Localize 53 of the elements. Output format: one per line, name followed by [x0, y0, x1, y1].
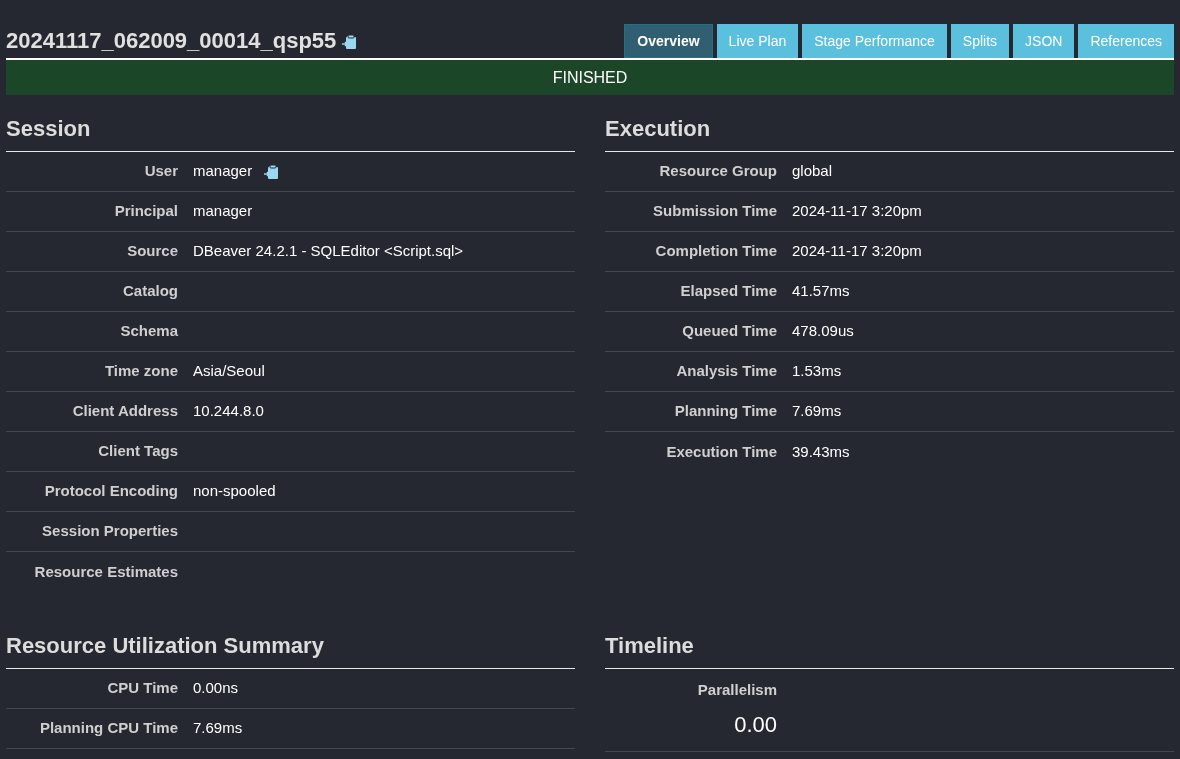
field-label: CPU Time	[106, 678, 178, 699]
field-label: Time zone	[103, 361, 178, 382]
field-label: Protocol Encoding	[43, 481, 178, 502]
field-label: Resource Estimates	[33, 561, 178, 582]
field-label: Elapsed Time	[679, 281, 777, 302]
tab[interactable]: Live Plan	[716, 24, 799, 58]
field-label: Analysis Time	[675, 361, 777, 382]
clipboard-icon[interactable]	[342, 32, 359, 50]
field-label: Source	[126, 241, 178, 262]
tab[interactable]: Splits	[950, 24, 1010, 58]
field-value: Asia/Seoul	[193, 361, 265, 382]
clipboard-icon[interactable]	[264, 163, 281, 180]
tab[interactable]: References	[1078, 24, 1174, 58]
section-heading: Resource Utilization Summary	[6, 632, 575, 669]
field-value: 10.244.8.0	[193, 401, 264, 422]
field-value: manager	[193, 161, 253, 182]
field-value: 41.57ms	[792, 281, 850, 302]
query-id-title: 20241117_062009_00014_qsp55	[6, 30, 337, 52]
field-label: Execution Time	[665, 441, 777, 462]
section-heading: Timeline	[605, 632, 1174, 669]
field-label: Queued Time	[681, 321, 777, 342]
field-value: 7.69ms	[792, 401, 842, 422]
field-value: 2024-11-17 3:20pm	[792, 241, 922, 262]
field-label: Resource Group	[658, 161, 777, 182]
field-value: non-spooled	[193, 481, 276, 502]
field-value: 1.53ms	[792, 361, 842, 382]
field-value: 478.09us	[792, 321, 854, 342]
field-label: Schema	[119, 321, 178, 342]
field-label: Client Address	[71, 401, 178, 422]
field-value: 2024-11-17 3:20pm	[792, 201, 922, 222]
tab[interactable]: Stage Performance	[802, 24, 947, 58]
tab[interactable]: Overview	[624, 24, 713, 58]
metric-label: Parallelism	[697, 680, 777, 700]
field-label: Planning CPU Time	[38, 718, 178, 739]
field-value: global	[792, 161, 833, 182]
field-value: 39.43ms	[792, 441, 850, 462]
field-label: Completion Time	[654, 241, 777, 262]
field-value: 7.69ms	[193, 718, 243, 739]
tab[interactable]: JSON	[1013, 24, 1075, 58]
field-value: 0.00ns	[193, 678, 239, 699]
section-heading: Execution	[605, 115, 1174, 152]
field-label: Session Properties	[41, 521, 178, 542]
query-state-banner: FINISHED	[6, 60, 1174, 95]
field-label: User	[143, 161, 178, 182]
field-value: DBeaver 24.2.1 - SQLEditor <Script.sql>	[193, 241, 464, 262]
field-label: Catalog	[122, 281, 178, 302]
section-heading: Session	[6, 115, 575, 152]
field-label: Client Tags	[97, 441, 178, 462]
field-label: Principal	[113, 201, 178, 222]
field-label: Submission Time	[652, 201, 777, 222]
field-label: Planning Time	[673, 401, 777, 422]
field-value: manager	[193, 201, 253, 222]
metric-value: 0.00	[734, 710, 777, 739]
